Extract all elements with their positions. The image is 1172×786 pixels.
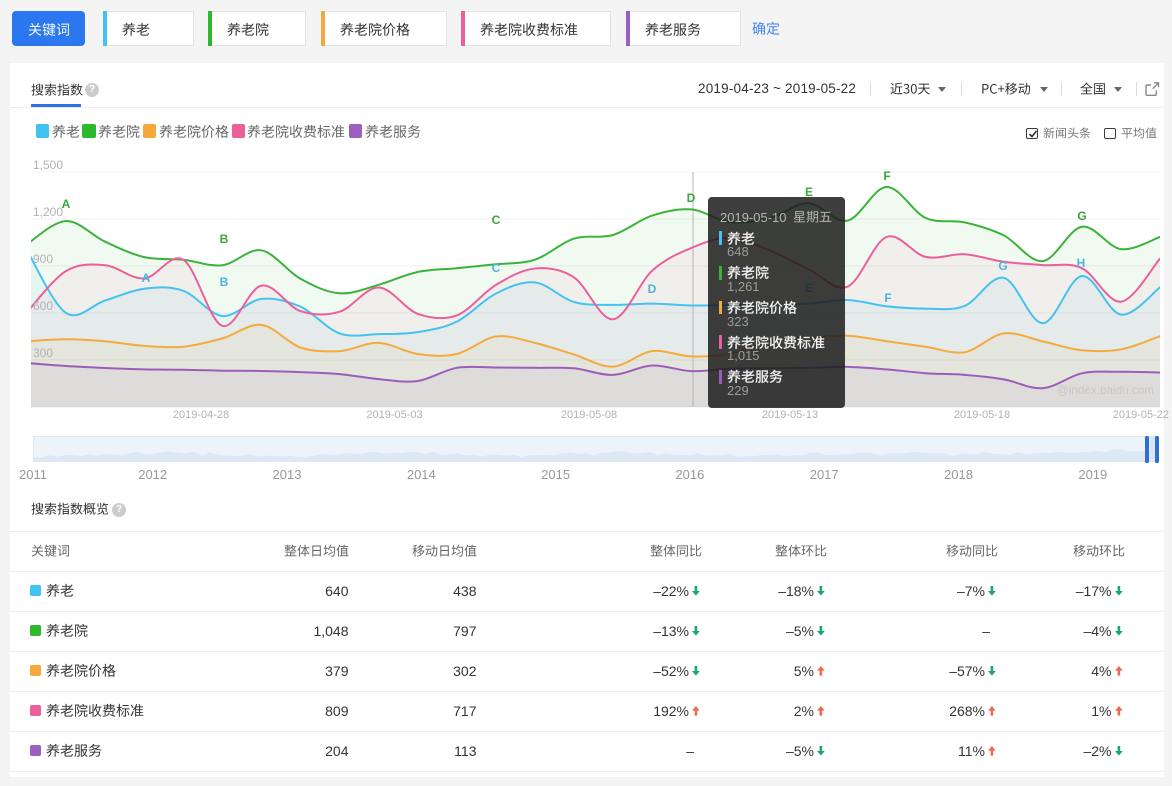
svg-text:C: C [492, 213, 501, 227]
svg-text:C: C [492, 261, 501, 275]
svg-text:H: H [1077, 256, 1086, 270]
svg-text:G: G [1077, 209, 1086, 223]
svg-text:B: B [220, 232, 229, 246]
svg-text:D: D [687, 191, 696, 205]
svg-text:B: B [220, 275, 229, 289]
svg-text:F: F [884, 291, 891, 305]
svg-text:@index.baidu.com: @index.baidu.com [1057, 384, 1154, 397]
svg-text:D: D [648, 282, 657, 296]
svg-text:A: A [142, 271, 151, 285]
svg-text:F: F [883, 169, 890, 183]
svg-text:G: G [998, 259, 1007, 273]
